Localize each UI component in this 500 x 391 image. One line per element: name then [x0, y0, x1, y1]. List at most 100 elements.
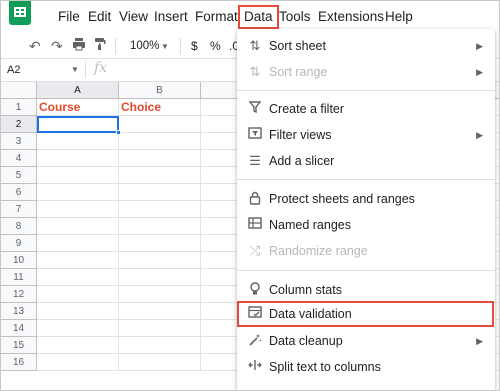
cell[interactable] — [119, 167, 201, 184]
sheets-logo-icon[interactable] — [9, 1, 31, 25]
zoom-dropdown-arrow-icon[interactable]: ▼ — [161, 38, 169, 56]
menu-item-label: Sort sheet — [269, 39, 326, 53]
named-ranges-icon — [247, 217, 263, 233]
cell[interactable] — [119, 116, 201, 133]
menu-data[interactable]: Data — [238, 5, 279, 29]
cell[interactable] — [119, 201, 201, 218]
row-header[interactable]: 2 — [1, 116, 37, 133]
row-header[interactable]: 14 — [1, 320, 37, 337]
menu-item-split-text[interactable]: Split text to columns — [237, 354, 495, 380]
cell[interactable] — [119, 150, 201, 167]
row-header[interactable]: 8 — [1, 218, 37, 235]
cell[interactable] — [37, 167, 119, 184]
menu-item-data-validation[interactable]: Data validation — [237, 301, 494, 327]
column-header-a[interactable]: A — [37, 82, 119, 99]
cell[interactable] — [119, 235, 201, 252]
row-header[interactable]: 10 — [1, 252, 37, 269]
cell[interactable] — [119, 286, 201, 303]
cell[interactable] — [119, 320, 201, 337]
cell[interactable] — [37, 201, 119, 218]
row-header[interactable]: 12 — [1, 286, 37, 303]
redo-icon[interactable]: ↷ — [51, 37, 63, 55]
menu-item-named-ranges[interactable]: Named ranges — [237, 212, 495, 238]
cell[interactable] — [119, 354, 201, 371]
cell[interactable] — [37, 320, 119, 337]
toolbar-divider — [180, 38, 181, 54]
menu-item-add-slicer[interactable]: ☰ Add a slicer — [237, 148, 495, 174]
cell[interactable] — [37, 252, 119, 269]
fx-icon: fx — [94, 60, 108, 76]
undo-icon[interactable]: ↶ — [29, 37, 41, 55]
row-header[interactable]: 4 — [1, 150, 37, 167]
menu-item-sort-sheet[interactable]: ⇅ Sort sheet ▶ — [237, 33, 495, 59]
row-header[interactable]: 11 — [1, 269, 37, 286]
cell[interactable] — [119, 252, 201, 269]
select-all-corner[interactable] — [1, 82, 37, 99]
cell[interactable] — [37, 133, 119, 150]
paint-format-icon[interactable] — [93, 37, 107, 55]
menu-divider — [237, 270, 495, 271]
menu-tools[interactable]: Tools — [279, 7, 311, 27]
menu-help[interactable]: Help — [385, 7, 413, 27]
row-header[interactable]: 7 — [1, 201, 37, 218]
row-header[interactable]: 15 — [1, 337, 37, 354]
menu-insert[interactable]: Insert — [154, 7, 188, 27]
zoom-select[interactable]: 100% — [130, 37, 159, 55]
cell[interactable] — [37, 286, 119, 303]
row-header[interactable]: 6 — [1, 184, 37, 201]
menu-edit[interactable]: Edit — [88, 7, 111, 27]
menu-item-label: Protect sheets and ranges — [269, 192, 415, 206]
menu-format[interactable]: Format — [195, 7, 238, 27]
name-box-dropdown-icon[interactable]: ▼ — [71, 62, 79, 78]
name-box[interactable]: A2 — [7, 62, 20, 78]
data-menu-dropdown: ⇅ Sort sheet ▶ ⇅ Sort range ▶ Create a f… — [237, 29, 495, 390]
currency-format-button[interactable]: $ — [191, 37, 198, 55]
cell[interactable] — [37, 150, 119, 167]
menu-divider — [237, 179, 495, 180]
row-header[interactable]: 9 — [1, 235, 37, 252]
row-header[interactable]: 5 — [1, 167, 37, 184]
cell[interactable] — [37, 184, 119, 201]
cell[interactable] — [119, 218, 201, 235]
cell[interactable] — [119, 184, 201, 201]
filter-views-icon — [247, 127, 263, 143]
menu-item-label: Data cleanup — [269, 334, 343, 348]
row-header[interactable]: 16 — [1, 354, 37, 371]
cell-a2-selected[interactable] — [37, 116, 119, 133]
print-icon[interactable] — [72, 37, 86, 55]
cell[interactable] — [119, 337, 201, 354]
cell[interactable] — [37, 269, 119, 286]
row-header[interactable]: 3 — [1, 133, 37, 150]
menu-item-label: Sort range — [269, 65, 328, 79]
cell[interactable] — [119, 303, 201, 320]
menu-view[interactable]: View — [119, 7, 148, 27]
cell-a1[interactable]: Course — [37, 99, 119, 116]
menu-item-filter-views[interactable]: Filter views ▶ — [237, 122, 495, 148]
menu-item-protect-sheets[interactable]: Protect sheets and ranges — [237, 186, 495, 212]
menu-item-label: Named ranges — [269, 218, 351, 232]
cell[interactable] — [119, 269, 201, 286]
menu-item-create-filter[interactable]: Create a filter — [237, 96, 495, 122]
formula-divider — [85, 62, 86, 78]
cell[interactable] — [37, 218, 119, 235]
percent-format-button[interactable]: % — [210, 37, 221, 55]
menu-item-label: Filter views — [269, 128, 332, 142]
cell[interactable] — [37, 354, 119, 371]
cell-b1[interactable]: Choice — [119, 99, 201, 116]
row-header[interactable]: 1 — [1, 99, 37, 116]
shuffle-icon: ⤮ — [249, 243, 261, 258]
row-header[interactable]: 13 — [1, 303, 37, 320]
submenu-arrow-icon: ▶ — [476, 41, 483, 51]
fill-handle[interactable] — [116, 130, 121, 135]
menu-item-column-stats[interactable]: Column stats — [237, 277, 495, 303]
column-header-b[interactable]: B — [119, 82, 201, 99]
cell[interactable] — [37, 337, 119, 354]
toolbar-divider — [115, 38, 116, 54]
cell[interactable] — [119, 133, 201, 150]
menu-item-label: Column stats — [269, 283, 342, 297]
menu-item-data-cleanup[interactable]: Data cleanup ▶ — [237, 328, 495, 354]
cell[interactable] — [37, 303, 119, 320]
menu-extensions[interactable]: Extensions — [318, 7, 384, 27]
cell[interactable] — [37, 235, 119, 252]
menu-file[interactable]: File — [58, 7, 80, 27]
